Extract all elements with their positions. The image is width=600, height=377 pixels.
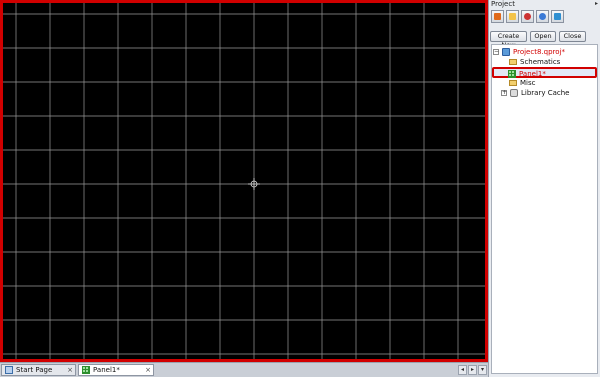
panel-header: Project ▸ xyxy=(489,0,600,8)
tree-item-label: Library Cache xyxy=(521,88,570,97)
new-schematic-button[interactable] xyxy=(491,10,504,23)
open-button[interactable]: Open xyxy=(530,31,556,42)
tab-list-button[interactable]: ▾ xyxy=(478,365,487,375)
component-icon xyxy=(524,13,531,20)
tab-label: Start Page xyxy=(16,366,53,374)
computer-button[interactable] xyxy=(551,10,564,23)
computer-icon xyxy=(554,13,561,20)
document-button[interactable] xyxy=(506,10,519,23)
tree-item-misc[interactable]: Misc xyxy=(509,78,535,87)
project-toolbar xyxy=(491,10,564,24)
database-icon xyxy=(510,88,518,97)
project-panel: Project ▸ Create New Open Close − Projec… xyxy=(488,0,600,377)
scroll-left-button[interactable]: ◂ xyxy=(458,365,467,375)
tree-item-label: Schematics xyxy=(520,57,561,66)
grid-icon xyxy=(508,69,516,78)
close-button[interactable]: Close xyxy=(559,31,586,42)
new-schematic-icon xyxy=(494,13,501,20)
create-new-button[interactable]: Create New xyxy=(490,31,527,49)
close-icon[interactable]: × xyxy=(145,366,151,374)
document-icon xyxy=(509,13,516,20)
grid xyxy=(3,3,485,359)
schematic-canvas[interactable] xyxy=(0,0,488,362)
chat-button[interactable] xyxy=(536,10,549,23)
project-tree: − Project8.qproj* Schematics Panel1* Mis… xyxy=(491,44,598,374)
tree-item-label: Project8.qproj* xyxy=(513,47,565,56)
document-tab-bar: Start Page × Panel1* × ◂ ▸ ▾ xyxy=(0,362,488,377)
tree-item-project[interactable]: − Project8.qproj* xyxy=(493,47,565,56)
tree-item-label: Panel1* xyxy=(519,69,546,78)
tab-panel1[interactable]: Panel1* × xyxy=(78,364,154,376)
grid-icon xyxy=(82,366,90,374)
project-icon xyxy=(502,47,510,56)
project-actions: Create New Open Close xyxy=(489,31,600,49)
close-icon[interactable]: × xyxy=(67,366,73,374)
tab-start-page[interactable]: Start Page × xyxy=(1,364,76,376)
folder-icon xyxy=(509,58,517,65)
tab-label: Panel1* xyxy=(93,366,120,374)
tree-item-label: Misc xyxy=(520,78,536,87)
tree-item-library-cache[interactable]: + Library Cache xyxy=(501,88,569,97)
page-icon xyxy=(5,366,13,374)
tree-item-panel1[interactable]: Panel1* xyxy=(492,67,597,78)
pin-icon[interactable]: ▸ xyxy=(595,0,598,8)
expand-icon[interactable]: + xyxy=(501,89,507,96)
panel-title: Project xyxy=(491,0,515,8)
folder-icon xyxy=(509,79,517,86)
crosshair-icon xyxy=(248,178,260,190)
collapse-icon[interactable]: − xyxy=(493,48,499,55)
scroll-right-button[interactable]: ▸ xyxy=(468,365,477,375)
chat-icon xyxy=(539,13,546,20)
tree-item-schematics[interactable]: Schematics xyxy=(509,57,560,66)
component-button[interactable] xyxy=(521,10,534,23)
